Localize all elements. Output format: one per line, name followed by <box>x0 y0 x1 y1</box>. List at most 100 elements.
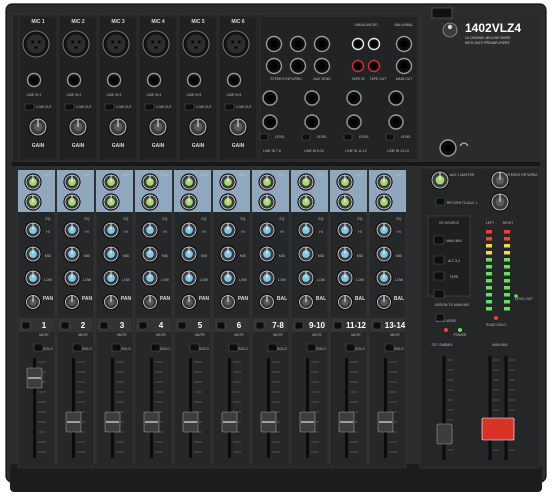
line-jack[interactable] <box>106 72 122 88</box>
xlr-input[interactable] <box>22 30 50 58</box>
pan-knob[interactable] <box>336 293 354 311</box>
solo-button[interactable] <box>384 343 395 352</box>
eq-mid-knob[interactable] <box>102 245 120 263</box>
stereo-return-jack[interactable] <box>289 57 307 75</box>
mute-button[interactable] <box>216 321 226 330</box>
eq-low-knob[interactable] <box>219 269 237 287</box>
aux-knob-2[interactable] <box>219 193 237 211</box>
gain-knob[interactable] <box>188 117 208 137</box>
eq-low-knob[interactable] <box>297 269 315 287</box>
level-button[interactable] <box>259 133 269 141</box>
line-pair-jack-left[interactable] <box>346 90 362 106</box>
aux-knob-1[interactable] <box>375 173 393 191</box>
xlr-input[interactable] <box>102 30 130 58</box>
pan-knob[interactable] <box>258 293 276 311</box>
xlr-input[interactable] <box>182 30 210 58</box>
aux-knob-2[interactable] <box>63 193 81 211</box>
solo-button[interactable] <box>72 343 83 352</box>
solo-button[interactable] <box>111 343 122 352</box>
mute-button[interactable] <box>294 321 304 330</box>
stereo-return-jack[interactable] <box>265 35 283 53</box>
pan-knob[interactable] <box>24 293 42 311</box>
low-cut-button[interactable] <box>224 103 235 111</box>
assign-to-main-button[interactable] <box>433 289 445 299</box>
pan-knob[interactable] <box>102 293 120 311</box>
pan-knob[interactable] <box>180 293 198 311</box>
solo-mode-button[interactable] <box>435 313 445 322</box>
cr-source-button[interactable] <box>433 235 445 245</box>
eq-low-knob[interactable] <box>24 269 42 287</box>
eq-hi-knob[interactable] <box>336 221 354 239</box>
gain-knob[interactable] <box>108 117 128 137</box>
low-cut-button[interactable] <box>144 103 155 111</box>
xlr-input[interactable] <box>142 30 170 58</box>
stereo-return-knob-2[interactable] <box>490 192 510 212</box>
eq-mid-knob[interactable] <box>258 245 276 263</box>
main-out-jack[interactable] <box>395 57 413 75</box>
eq-hi-knob[interactable] <box>141 221 159 239</box>
aux-knob-1[interactable] <box>219 173 237 191</box>
line-jack[interactable] <box>186 72 202 88</box>
aux-send-jack[interactable] <box>313 57 331 75</box>
eq-hi-knob[interactable] <box>258 221 276 239</box>
cr-source-button[interactable] <box>433 255 445 265</box>
xlr-input[interactable] <box>222 30 250 58</box>
eq-mid-knob[interactable] <box>375 245 393 263</box>
cr-submix-fader-cap[interactable] <box>436 423 453 445</box>
low-cut-button[interactable] <box>24 103 35 111</box>
mute-button[interactable] <box>21 321 31 330</box>
pan-knob[interactable] <box>63 293 81 311</box>
level-button[interactable] <box>343 133 353 141</box>
low-cut-button[interactable] <box>104 103 115 111</box>
gain-knob[interactable] <box>228 117 248 137</box>
aux-send-jack[interactable] <box>313 35 331 53</box>
main-out-jack[interactable] <box>395 35 413 53</box>
line-pair-jack-left[interactable] <box>388 90 404 106</box>
line-jack[interactable] <box>26 72 42 88</box>
mute-button[interactable] <box>60 321 70 330</box>
solo-button[interactable] <box>267 343 278 352</box>
eq-mid-knob[interactable] <box>219 245 237 263</box>
mute-button[interactable] <box>138 321 148 330</box>
eq-hi-knob[interactable] <box>375 221 393 239</box>
rca-jack[interactable] <box>367 37 381 51</box>
low-cut-button[interactable] <box>184 103 195 111</box>
eq-hi-knob[interactable] <box>180 221 198 239</box>
rca-jack[interactable] <box>367 59 381 73</box>
eq-low-knob[interactable] <box>63 269 81 287</box>
mute-button[interactable] <box>99 321 109 330</box>
level-button[interactable] <box>385 133 395 141</box>
solo-button[interactable] <box>345 343 356 352</box>
line-jack[interactable] <box>146 72 162 88</box>
aux-knob-1[interactable] <box>141 173 159 191</box>
main-mix-fader-cap[interactable] <box>481 417 515 441</box>
eq-hi-knob[interactable] <box>297 221 315 239</box>
eq-mid-knob[interactable] <box>180 245 198 263</box>
eq-hi-knob[interactable] <box>219 221 237 239</box>
eq-low-knob[interactable] <box>375 269 393 287</box>
eq-mid-knob[interactable] <box>141 245 159 263</box>
aux-knob-2[interactable] <box>336 193 354 211</box>
line-pair-jack-right[interactable] <box>346 114 362 130</box>
eq-hi-knob[interactable] <box>63 221 81 239</box>
aux-knob-2[interactable] <box>297 193 315 211</box>
aux-knob-1[interactable] <box>63 173 81 191</box>
gain-knob[interactable] <box>68 117 88 137</box>
line-pair-jack-right[interactable] <box>304 114 320 130</box>
line-jack[interactable] <box>226 72 242 88</box>
mute-button[interactable] <box>177 321 187 330</box>
line-pair-jack-left[interactable] <box>262 90 278 106</box>
solo-button[interactable] <box>228 343 239 352</box>
aux-knob-1[interactable] <box>336 173 354 191</box>
rca-jack[interactable] <box>351 37 365 51</box>
aux-knob-2[interactable] <box>24 193 42 211</box>
pan-knob[interactable] <box>219 293 237 311</box>
mute-button[interactable] <box>255 321 265 330</box>
level-button[interactable] <box>301 133 311 141</box>
eq-mid-knob[interactable] <box>24 245 42 263</box>
rca-jack[interactable] <box>351 59 365 73</box>
aux-knob-2[interactable] <box>180 193 198 211</box>
mute-button[interactable] <box>333 321 343 330</box>
solo-button[interactable] <box>33 343 44 352</box>
aux-knob-2[interactable] <box>375 193 393 211</box>
